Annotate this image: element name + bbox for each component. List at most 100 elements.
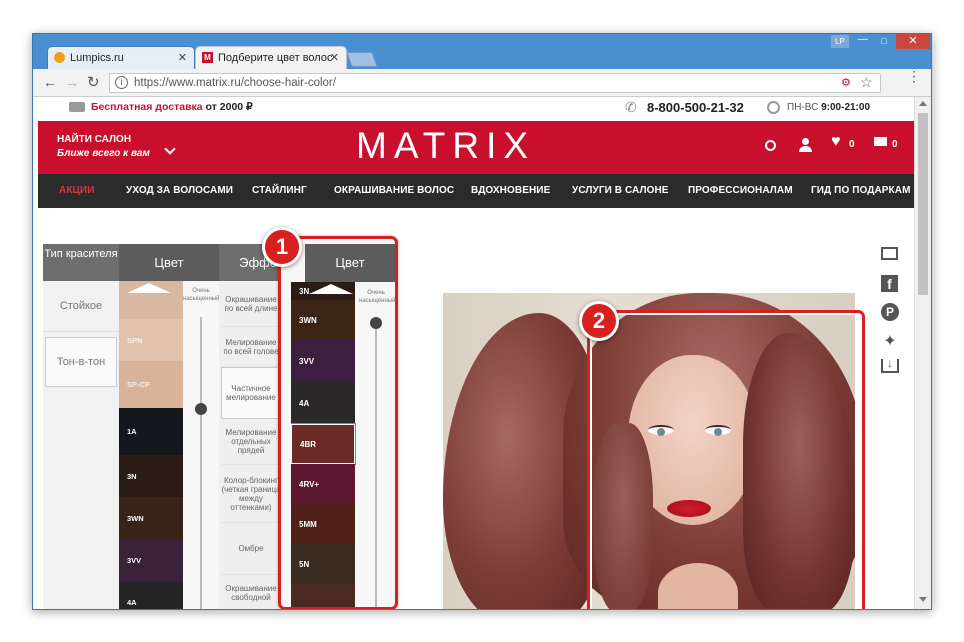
- nav-item-styling[interactable]: СТАЙЛИНГ: [252, 174, 307, 208]
- reload-icon[interactable]: ↻: [87, 73, 100, 91]
- site-logo[interactable]: MATRIX: [356, 125, 535, 167]
- intensity-slider-handle[interactable]: [195, 403, 207, 415]
- wishlist-count: 0: [849, 139, 855, 150]
- scroll-down-icon[interactable]: [919, 597, 927, 602]
- find-salon-link[interactable]: НАЙТИ САЛОН: [57, 134, 131, 145]
- effect-option[interactable]: Мелирование по всей голове: [221, 327, 281, 367]
- zoom-column-header-color: Цвет: [305, 244, 395, 282]
- zoom-color-swatch-selected[interactable]: 4BR: [291, 423, 356, 465]
- minimize-icon[interactable]: —: [854, 35, 872, 48]
- highlight-frame-2: [587, 310, 865, 609]
- site-header: НАЙТИ САЛОН Ближе всего к вам MATRIX ♥ 0…: [38, 121, 914, 174]
- zoom-color-swatch[interactable]: 4RV+: [291, 464, 355, 504]
- effect-option[interactable]: Мелирование отдельных прядей: [221, 419, 281, 465]
- phone-number[interactable]: 8-800-500-21-32: [647, 100, 744, 115]
- intensity-slider-track[interactable]: [200, 317, 202, 609]
- maximize-icon[interactable]: □: [875, 35, 893, 48]
- scroll-up-icon[interactable]: [919, 101, 927, 106]
- matrix-favicon-icon: M: [202, 52, 213, 63]
- delivery-amount: от 2000: [205, 101, 244, 113]
- url-text: https://www.matrix.ru/choose-hair-color/: [134, 77, 336, 89]
- zoomed-color-panel: Цвет 3N 3WN 3VV 4A 4BR 4RV+ 5MM 5N Очень насыще…: [278, 236, 398, 609]
- scroll-thumb[interactable]: [918, 113, 928, 295]
- account-icon[interactable]: [798, 138, 812, 152]
- zoom-intensity-label: Очень насыщенный: [359, 290, 396, 304]
- effect-option[interactable]: Окрашивание по всей длине: [221, 281, 281, 327]
- nav-item-professionals[interactable]: ПРОФЕССИОНАЛАМ: [688, 174, 793, 208]
- download-icon[interactable]: ↓: [881, 357, 899, 373]
- mail-icon[interactable]: [881, 247, 898, 260]
- nav-item-salon-services[interactable]: УСЛУГИ В САЛОНЕ: [572, 174, 669, 208]
- hours-days: ПН-ВС: [787, 102, 819, 113]
- tab-lumpics[interactable]: Lumpics.ru ✕: [47, 46, 195, 69]
- cart-count: 0: [892, 139, 898, 150]
- nav-item-inspiration[interactable]: ВДОХНОВЕНИЕ: [471, 174, 550, 208]
- zoom-slider-track[interactable]: [375, 319, 377, 607]
- scrollbar[interactable]: [914, 97, 931, 609]
- tab-label: Подберите цвет волос: [218, 52, 333, 64]
- color-swatch[interactable]: 3VV: [119, 539, 183, 581]
- color-swatch[interactable]: 4A: [119, 581, 183, 609]
- facebook-icon[interactable]: f: [881, 275, 898, 292]
- lumpics-favicon-icon: [54, 52, 65, 63]
- close-tab-icon[interactable]: ✕: [330, 51, 339, 64]
- type-permanent[interactable]: Стойкое: [43, 281, 119, 332]
- zoom-color-swatch[interactable]: [291, 584, 355, 607]
- close-window-icon[interactable]: ✕: [896, 34, 930, 49]
- menu-icon[interactable]: ⋮: [907, 69, 921, 83]
- effect-option[interactable]: Частичное мелирование: [221, 367, 281, 419]
- nav-item-hair-coloring[interactable]: ОКРАШИВАНИЕ ВОЛОС: [334, 174, 454, 208]
- twitter-icon[interactable]: ✦: [881, 331, 899, 350]
- hours-time: 9:00-21:00: [821, 102, 871, 113]
- tab-matrix[interactable]: M Подберите цвет волос ✕: [195, 46, 347, 69]
- address-bar[interactable]: i https://www.matrix.ru/choose-hair-colo…: [109, 73, 881, 93]
- tab-label: Lumpics.ru: [70, 52, 124, 64]
- chevron-down-icon[interactable]: [164, 143, 176, 155]
- column-header-color: Цвет: [119, 244, 219, 281]
- column-header-type: Тип красителя: [43, 244, 119, 281]
- heart-icon[interactable]: ♥: [831, 133, 841, 151]
- working-hours: ПН-ВС 9:00-21:00: [787, 102, 870, 113]
- nav-item-gift-guide[interactable]: ГИД ПО ПОДАРКАМ: [811, 174, 911, 208]
- color-swatch[interactable]: SPN: [119, 319, 183, 361]
- currency-sign: ₽: [246, 101, 253, 113]
- user-badge[interactable]: LP: [831, 35, 849, 48]
- color-swatch[interactable]: 3N: [119, 455, 183, 497]
- effect-option[interactable]: Окрашивание свободной: [221, 575, 281, 609]
- swatch-list: SPN SP-CP 1A 3N 3WN 3VV 4A Очень насыщенный: [119, 281, 220, 609]
- delivery-truck-icon: [69, 102, 85, 112]
- search-icon[interactable]: [765, 140, 776, 151]
- effect-option[interactable]: Омбре: [221, 523, 281, 575]
- delivery-info[interactable]: Бесплатная доставка от 2000 ₽: [91, 101, 253, 113]
- zoom-slider-handle[interactable]: [370, 317, 382, 329]
- pinterest-icon[interactable]: P: [881, 303, 899, 321]
- phone-icon: ✆: [625, 99, 637, 115]
- new-tab-button[interactable]: [346, 52, 378, 67]
- selected-arrow-icon: [127, 283, 171, 293]
- cart-icon[interactable]: [874, 137, 887, 146]
- zoom-color-swatch[interactable]: 5N: [291, 544, 355, 584]
- back-icon[interactable]: ←: [43, 74, 57, 90]
- zoom-color-swatch[interactable]: 5MM: [291, 504, 355, 544]
- zoom-color-swatch[interactable]: 3VV: [291, 340, 355, 382]
- color-swatch[interactable]: SP-CP: [119, 361, 183, 408]
- marker-1: 1: [262, 227, 302, 267]
- bookmark-star-icon[interactable]: ☆: [860, 74, 873, 91]
- effect-option[interactable]: Колор-блокинг (четкая граница между отте…: [221, 465, 281, 523]
- find-salon-subtitle[interactable]: Ближе всего к вам: [57, 148, 150, 159]
- zoom-color-swatch[interactable]: 3WN: [291, 300, 355, 340]
- zoom-color-swatch[interactable]: 4A: [291, 382, 355, 424]
- toolbar: ← → ↻ i https://www.matrix.ru/choose-hai…: [33, 69, 931, 97]
- extension-icon[interactable]: ⚙: [841, 76, 851, 89]
- close-tab-icon[interactable]: ✕: [178, 51, 187, 64]
- intensity-label: Очень насыщенный: [183, 288, 220, 302]
- nav-item-sales[interactable]: АКЦИИ: [59, 174, 95, 208]
- nav-item-hair-care[interactable]: УХОД ЗА ВОЛОСАМИ: [126, 174, 233, 208]
- type-tone-on-tone[interactable]: Тон-в-тон: [45, 337, 117, 387]
- main-nav: АКЦИИ УХОД ЗА ВОЛОСАМИ СТАЙЛИНГ ОКРАШИВА…: [38, 174, 914, 208]
- info-icon[interactable]: i: [115, 76, 128, 89]
- clock-icon: [767, 101, 780, 114]
- forward-icon[interactable]: →: [65, 74, 79, 90]
- color-swatch[interactable]: 1A: [119, 408, 183, 455]
- color-swatch[interactable]: 3WN: [119, 497, 183, 539]
